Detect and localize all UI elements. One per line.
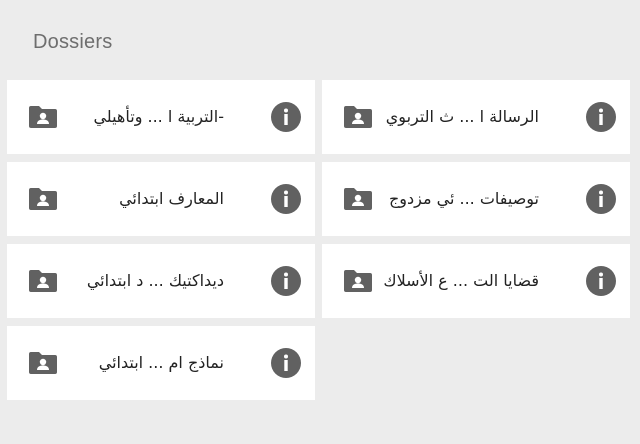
folder-label: -التربية ا ... وتأهيلي	[93, 107, 224, 126]
folder-label: توصيفات ... ئي مزدوج	[388, 189, 539, 208]
folder-card[interactable]: الرسالة ا ... ث التربوي	[322, 80, 630, 154]
folder-label: الرسالة ا ... ث التربوي	[385, 107, 539, 126]
info-icon[interactable]	[586, 184, 616, 214]
info-icon[interactable]	[271, 348, 301, 378]
folder-card[interactable]: توصيفات ... ئي مزدوج	[322, 162, 630, 236]
folder-label: قضايا الت ... ع الأسلاك	[383, 271, 539, 290]
info-icon[interactable]	[586, 266, 616, 296]
folder-label: ديداكتيك ... د ابتدائي	[86, 271, 224, 290]
folder-card[interactable]: نماذج ام ... ابتدائي	[7, 326, 315, 400]
folder-card[interactable]: المعارف ابتدائي	[7, 162, 315, 236]
folders-grid: الرسالة ا ... ث التربوي -التربية ا ... و…	[7, 80, 630, 400]
info-icon[interactable]	[271, 102, 301, 132]
shared-folder-icon	[344, 106, 372, 128]
folder-label: نماذج ام ... ابتدائي	[98, 353, 224, 372]
folder-card[interactable]: قضايا الت ... ع الأسلاك	[322, 244, 630, 318]
folder-card[interactable]: ديداكتيك ... د ابتدائي	[7, 244, 315, 318]
shared-folder-icon	[344, 270, 372, 292]
info-icon[interactable]	[586, 102, 616, 132]
shared-folder-icon	[29, 188, 57, 210]
section-title: Dossiers	[33, 31, 113, 53]
info-icon[interactable]	[271, 184, 301, 214]
folder-label: المعارف ابتدائي	[119, 189, 224, 208]
shared-folder-icon	[29, 352, 57, 374]
shared-folder-icon	[29, 106, 57, 128]
folder-card[interactable]: -التربية ا ... وتأهيلي	[7, 80, 315, 154]
shared-folder-icon	[344, 188, 372, 210]
shared-folder-icon	[29, 270, 57, 292]
info-icon[interactable]	[271, 266, 301, 296]
